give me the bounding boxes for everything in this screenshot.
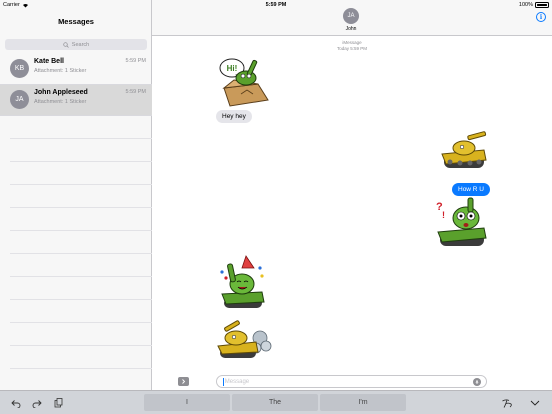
compose-bar: Message	[152, 373, 552, 390]
edit-tools	[10, 397, 64, 409]
empty-row	[10, 300, 152, 323]
empty-row	[10, 254, 152, 277]
app-drawer-button[interactable]	[178, 377, 189, 386]
chevron-right-icon	[182, 379, 186, 384]
search-icon	[63, 41, 69, 48]
redo-icon[interactable]	[31, 397, 43, 409]
tank-sticker-green-party[interactable]	[216, 254, 268, 312]
sidebar-title: Messages	[58, 17, 94, 26]
handwriting-icon[interactable]	[500, 396, 514, 410]
tank-sticker-yellow-smoke[interactable]	[216, 316, 272, 362]
empty-row	[10, 116, 152, 139]
conversation-john-appleseed[interactable]: JA John Appleseed Attachment: 1 Sticker …	[0, 85, 152, 116]
empty-row	[10, 231, 152, 254]
conversation-list: KB Kate Bell Attachment: 1 Sticker 5:59 …	[0, 54, 152, 392]
empty-row	[10, 162, 152, 185]
message-placeholder: Message	[224, 378, 250, 385]
contact-avatar[interactable]: JA	[343, 8, 359, 24]
empty-row	[10, 323, 152, 346]
status-time: 5:59 PM	[265, 2, 287, 8]
empty-row	[10, 208, 152, 231]
conversation-preview: Attachment: 1 Sticker	[34, 68, 87, 74]
sticker-speech: Hi!	[227, 64, 238, 73]
empty-row	[10, 139, 152, 162]
message-thread: iMessage Today 5:59 PM Hi! Hey hey How R…	[152, 36, 552, 373]
search-placeholder: Search	[71, 41, 90, 48]
message-bubble-outgoing[interactable]: How R U	[452, 183, 491, 196]
keyboard-shortcut-bar: I The I'm	[0, 390, 552, 414]
avatar: JA	[10, 90, 29, 109]
conversation-kate-bell[interactable]: KB Kate Bell Attachment: 1 Sticker 5:59 …	[0, 54, 152, 85]
conversation-name: John Appleseed	[34, 89, 88, 96]
text-caret	[223, 377, 224, 386]
message-bubble-incoming[interactable]: Hey hey	[216, 110, 252, 123]
conversation-sidebar: Messages Search KB Kate Bell Attachment:…	[0, 0, 152, 392]
messages-app: Carrier 5:59 PM 100% Messages Search KB …	[0, 0, 552, 414]
keyboard-right-tools	[500, 396, 542, 410]
service-header: iMessage Today 5:59 PM	[152, 40, 552, 51]
battery-percent: 100%	[518, 2, 533, 8]
battery-indicator: 100%	[519, 2, 549, 8]
undo-icon[interactable]	[10, 397, 22, 409]
conversation-time: 5:59 PM	[125, 89, 146, 95]
conversation-preview: Attachment: 1 Sticker	[34, 99, 87, 105]
chevron-down-icon[interactable]	[528, 396, 542, 410]
suggestion-2[interactable]: The	[232, 394, 318, 411]
empty-row	[10, 369, 152, 392]
conversation-time: 5:59 PM	[125, 58, 146, 64]
service-time: Today 5:59 PM	[336, 45, 368, 51]
empty-row	[10, 346, 152, 369]
tank-sticker-green-box[interactable]: Hi!	[214, 54, 272, 108]
search-field[interactable]: Search	[5, 39, 147, 50]
battery-icon	[535, 2, 549, 8]
message-input[interactable]: Message	[216, 375, 487, 388]
tank-sticker-yellow[interactable]	[438, 130, 490, 174]
contact-name[interactable]: John	[152, 26, 550, 32]
suggestion-1[interactable]: I	[144, 394, 230, 411]
microphone-icon[interactable]	[473, 378, 481, 386]
empty-row	[10, 185, 152, 208]
status-bar: Carrier 5:59 PM 100%	[0, 0, 552, 10]
paste-icon[interactable]	[52, 397, 64, 409]
tank-sticker-green-surprised[interactable]: ? !	[432, 196, 492, 254]
svg-text:!: !	[442, 210, 445, 220]
empty-row	[10, 277, 152, 300]
avatar: KB	[10, 59, 29, 78]
conversation-name: Kate Bell	[34, 58, 64, 65]
info-icon[interactable]: i	[536, 12, 546, 22]
suggestion-3[interactable]: I'm	[320, 394, 406, 411]
